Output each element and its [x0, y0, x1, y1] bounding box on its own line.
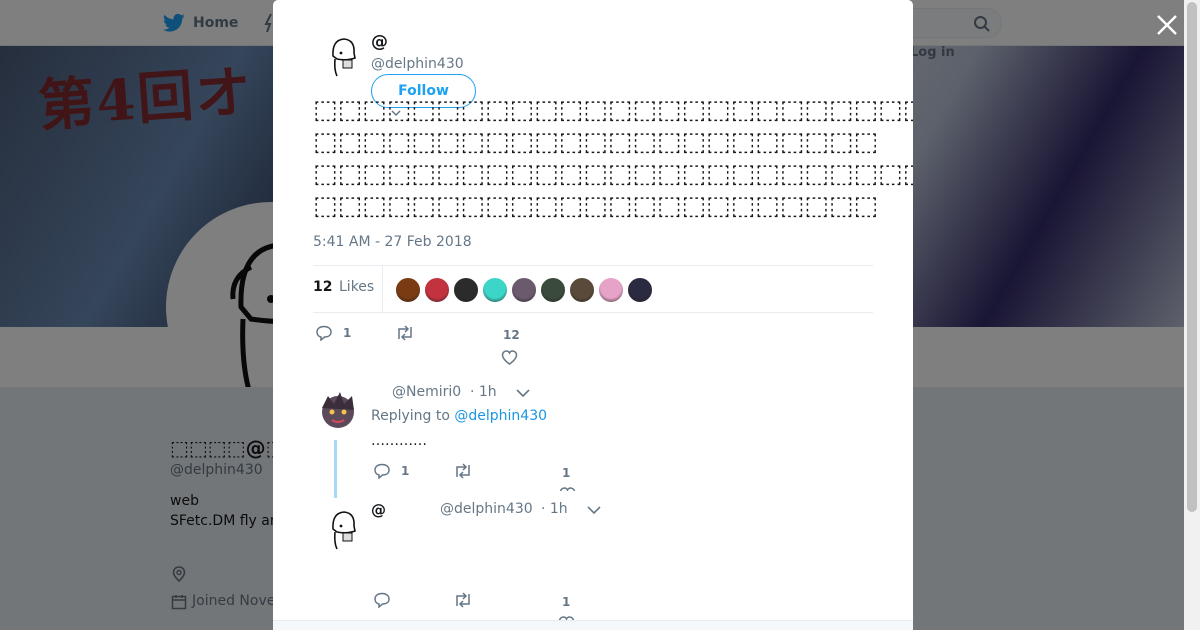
tweet-actions: 1 12 — [315, 325, 875, 365]
retweet-button[interactable] — [395, 325, 415, 341]
liker-avatar[interactable] — [395, 277, 421, 303]
heart-icon[interactable] — [559, 487, 576, 491]
liker-avatar[interactable] — [511, 277, 537, 303]
retweet-icon — [398, 325, 412, 341]
tweet-text: ⬚⬚⬚⬚⬚⬚⬚⬚⬚⬚⬚⬚⬚⬚⬚⬚⬚⬚⬚⬚⬚⬚⬚⬚ ⬚⬚⬚⬚⬚⬚ ⬚⬚⬚⬚⬚⬚⬚⬚⬚… — [313, 94, 913, 222]
reply-count: 1 — [401, 464, 410, 478]
tweet-text-line: ⬚⬚⬚⬚⬚⬚⬚⬚⬚⬚⬚⬚⬚⬚⬚⬚⬚⬚⬚⬚⬚⬚⬚ — [313, 191, 879, 221]
tweet-author-avatar[interactable] — [317, 30, 365, 78]
liker-avatar[interactable] — [598, 277, 624, 303]
replying-to-prefix: Replying to — [371, 408, 455, 424]
reply-time[interactable]: · 1h — [541, 501, 568, 517]
liker-avatar[interactable] — [453, 277, 479, 303]
likes-count[interactable]: 12 — [313, 279, 332, 295]
liker-avatar[interactable] — [569, 277, 595, 303]
reply-icon — [316, 325, 332, 341]
reply-icon — [374, 592, 390, 608]
replying-to-link[interactable]: @delphin430 — [454, 408, 547, 424]
like-count: 1 — [562, 595, 571, 609]
reply-author-avatar[interactable] — [314, 386, 362, 434]
tweet-author-handle[interactable]: @delphin430 — [371, 56, 464, 72]
tweet-stats: 12 Likes — [313, 265, 873, 313]
retweet-icon — [456, 463, 470, 479]
liker-avatar[interactable] — [540, 277, 566, 303]
reply-actions: 1 — [373, 592, 673, 630]
heart-icon[interactable] — [501, 350, 518, 365]
reply-author-handle[interactable]: @delphin430 — [440, 501, 533, 517]
reply-author-avatar[interactable] — [317, 503, 365, 551]
scrollbar-thumb[interactable] — [1187, 2, 1197, 512]
liker-avatar[interactable] — [424, 277, 450, 303]
retweet-icon — [456, 592, 470, 608]
tweet-author-name[interactable]: @ — [371, 32, 388, 52]
tweet-text-line: ⬚⬚⬚⬚⬚⬚⬚⬚⬚⬚⬚⬚⬚⬚⬚⬚⬚⬚⬚⬚⬚⬚⬚⬚⬚ — [313, 159, 913, 189]
liker-avatar[interactable] — [627, 277, 653, 303]
like-count: 1 — [562, 466, 571, 480]
chevron-down-icon[interactable] — [587, 505, 601, 515]
tweet-text-line: ⬚⬚⬚⬚⬚⬚⬚⬚⬚⬚⬚⬚⬚⬚⬚⬚⬚⬚⬚⬚⬚⬚⬚⬚⬚⬚⬚⬚⬚⬚ — [313, 95, 913, 125]
reply-icon — [374, 463, 390, 479]
like-count: 12 — [503, 328, 520, 342]
reply-author-name[interactable]: @ — [371, 501, 386, 519]
retweet-button[interactable] — [453, 463, 473, 479]
reply-actions: 1 1 — [373, 463, 673, 493]
retweet-button[interactable] — [453, 592, 473, 608]
tweet-text-line: ⬚⬚⬚⬚⬚⬚⬚⬚⬚⬚⬚⬚⬚⬚⬚⬚⬚⬚⬚⬚⬚⬚⬚ — [313, 127, 879, 157]
stats-divider — [382, 266, 383, 313]
likes-label[interactable]: Likes — [339, 279, 374, 295]
tweet-timestamp[interactable]: 5:41 AM - 27 Feb 2018 — [313, 234, 472, 250]
reply-author-handle[interactable]: @Nemiri0 — [392, 384, 461, 400]
modal-footer — [273, 620, 913, 630]
reply-text: ………… — [371, 433, 427, 449]
likers-avatars — [395, 277, 653, 303]
reply-count: 1 — [343, 326, 352, 340]
scrollbar[interactable] — [1184, 0, 1200, 630]
tweet-modal: @ @delphin430 Follow ⬚⬚⬚⬚⬚⬚⬚⬚⬚⬚⬚⬚⬚⬚⬚⬚⬚⬚⬚… — [273, 0, 913, 630]
thread-line — [334, 440, 337, 498]
replying-to: Replying to @delphin430 — [371, 408, 547, 424]
reply-button[interactable] — [373, 592, 391, 608]
close-icon[interactable] — [1154, 12, 1180, 38]
reply-button[interactable]: 1 — [373, 463, 409, 479]
reply-button[interactable]: 1 — [315, 325, 351, 341]
chevron-down-icon[interactable] — [516, 388, 530, 398]
reply-time[interactable]: · 1h — [470, 384, 497, 400]
liker-avatar[interactable] — [482, 277, 508, 303]
